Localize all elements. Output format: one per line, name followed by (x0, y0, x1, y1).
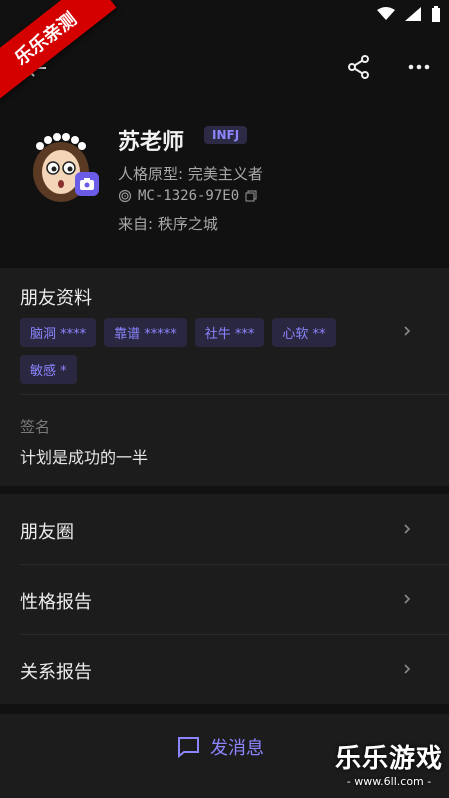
menu-item-label: 关系报告 (20, 662, 92, 683)
menu-item-moments[interactable]: 朋友圈 (0, 494, 449, 564)
menu-section: 朋友圈 性格报告 关系报告 (0, 494, 449, 704)
section-title: 朋友资料 (20, 288, 92, 309)
brand-watermark-url: - www.6ll.com - (346, 775, 432, 788)
tag[interactable]: 社牛 *** (194, 318, 265, 347)
copy-icon[interactable] (245, 190, 257, 202)
origin-text: 来自: 秩序之城 (118, 215, 218, 233)
menu-item-relationship-report[interactable]: 关系报告 (0, 634, 449, 704)
signature-text: 计划是成功的一半 (20, 448, 149, 467)
wifi-icon (377, 7, 395, 20)
chevron-right-icon[interactable] (402, 326, 412, 336)
archetype-text: 人格原型: 完美主义者 (118, 165, 263, 183)
more-icon[interactable] (406, 54, 432, 80)
tag[interactable]: 心软 ** (272, 318, 336, 347)
battery-icon (432, 6, 440, 22)
signal-icon (405, 7, 421, 21)
camera-icon[interactable] (75, 172, 99, 196)
message-icon (178, 737, 199, 758)
send-message-button[interactable]: 发消息 (176, 734, 264, 760)
chevron-right-icon (404, 524, 411, 534)
menu-item-label: 朋友圈 (20, 522, 74, 543)
share-icon[interactable] (346, 54, 372, 80)
tag[interactable]: 靠谱 ***** (104, 318, 187, 347)
brand-watermark-text: 乐乐游戏 (334, 744, 443, 774)
user-id-row: MC-1326-97E0 (118, 188, 257, 204)
tag-list[interactable]: 脑洞 **** 靠谱 ***** 社牛 *** 心软 ** 敏感 * (20, 318, 380, 384)
send-message-label: 发消息 (210, 738, 264, 759)
signature-label: 签名 (20, 418, 51, 436)
chevron-right-icon (404, 664, 411, 674)
friend-profile-section: 朋友资料 脑洞 **** 靠谱 ***** 社牛 *** 心软 ** 敏感 * … (0, 268, 449, 486)
user-id: MC-1326-97E0 (138, 188, 240, 204)
profile-name: 苏老师 (118, 130, 185, 155)
top-bar (0, 40, 449, 96)
divider (20, 394, 449, 395)
tag[interactable]: 敏感 * (20, 355, 77, 384)
mbti-badge: INFJ (204, 126, 248, 144)
menu-item-label: 性格报告 (20, 592, 92, 613)
menu-item-personality-report[interactable]: 性格报告 (0, 564, 449, 634)
tag[interactable]: 脑洞 **** (20, 318, 97, 347)
chevron-right-icon (404, 594, 411, 604)
brand-watermark: 乐乐游戏 - www.6ll.com - (329, 738, 449, 798)
fingerprint-icon (118, 189, 132, 203)
profile-card: 苏老师 INFJ 人格原型: 完美主义者 MC-1326-97E0 来自: 秩序… (0, 110, 449, 260)
